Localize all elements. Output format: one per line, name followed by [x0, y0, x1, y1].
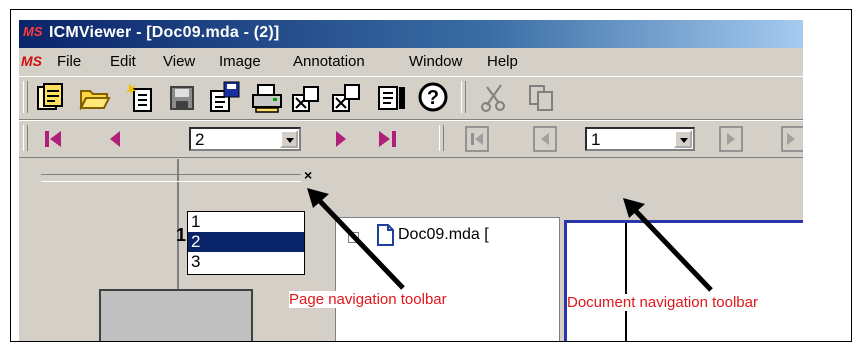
page-toolbar-arrow	[313, 194, 405, 290]
page-navigation-callout: Page navigation toolbar	[289, 291, 447, 308]
document-navigation-callout: Document navigation toolbar	[567, 294, 758, 311]
screenshot-frame: MS ICMViewer - [Doc09.mda - (2)] MS File…	[10, 9, 852, 342]
document-toolbar-arrow	[629, 204, 713, 292]
